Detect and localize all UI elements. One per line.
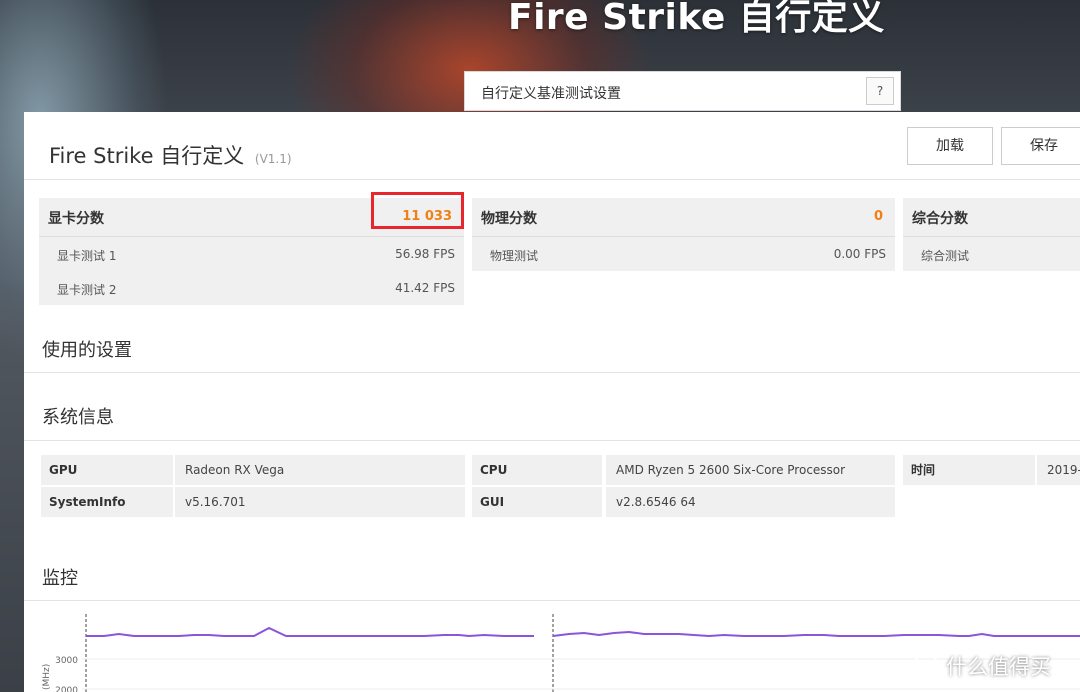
- physics-test-row: 物理测试 0.00 FPS: [472, 237, 895, 271]
- graphics-test-2-value: 41.42 FPS: [395, 281, 455, 295]
- watermark: 什么值得买: [912, 651, 1051, 682]
- systeminfo-value: v5.16.701: [175, 487, 465, 517]
- combined-score-header: 综合分数: [903, 198, 1080, 237]
- save-button[interactable]: 保存: [1001, 127, 1080, 165]
- combined-score-label: 综合分数: [912, 211, 968, 227]
- y-axis-label: (MHz): [42, 664, 52, 690]
- physics-test-value: 0.00 FPS: [833, 247, 886, 261]
- clock-series-line-left: [86, 626, 534, 638]
- monitoring-heading[interactable]: 监控: [42, 564, 78, 590]
- time-label: 时间: [903, 455, 1035, 485]
- monitoring-divider: [24, 600, 1080, 601]
- watermark-text: 什么值得买: [946, 655, 1051, 679]
- system-info-heading[interactable]: 系统信息: [42, 403, 114, 429]
- graphics-test-2-label: 显卡测试 2: [57, 283, 117, 297]
- physics-score-header: 物理分数 0: [472, 198, 895, 237]
- graphics-score-label: 显卡分数: [48, 211, 104, 227]
- clock-series-line-right: [552, 630, 1080, 638]
- combined-score-box: 综合分数 综合测试: [903, 198, 1080, 271]
- combined-test-row: 综合测试: [903, 237, 1080, 271]
- settings-divider: [24, 372, 1080, 373]
- load-button[interactable]: 加载: [907, 127, 993, 165]
- y-tick-2000: 2000: [55, 686, 78, 692]
- cpu-value: AMD Ryzen 5 2600 Six-Core Processor: [606, 455, 895, 485]
- page-title-text: Fire Strike 自行定义: [49, 144, 245, 168]
- physics-score-box: 物理分数 0 物理测试 0.00 FPS: [472, 198, 895, 271]
- graphics-test-1-label: 显卡测试 1: [57, 249, 117, 263]
- sysinfo-divider: [24, 440, 1080, 441]
- score-highlight-box: [371, 192, 464, 229]
- cpu-label: CPU: [472, 455, 602, 485]
- background-title: Fire Strike 自行定义: [508, 0, 885, 38]
- physics-score-label: 物理分数: [481, 211, 537, 227]
- result-panel: Fire Strike 自行定义 (V1.1) 加载 保存 显卡分数 11 03…: [24, 112, 1080, 692]
- graphics-test-1-row: 显卡测试 1 56.98 FPS: [39, 237, 464, 271]
- gui-value: v2.8.6546 64: [606, 487, 895, 517]
- gpu-value: Radeon RX Vega: [175, 455, 465, 485]
- custom-benchmark-settings-bar[interactable]: 自行定义基准测试设置 ?: [464, 71, 901, 111]
- systeminfo-label: SystemInfo: [41, 487, 173, 517]
- physics-test-label: 物理测试: [490, 249, 539, 263]
- settings-bar-label: 自行定义基准测试设置: [481, 86, 621, 102]
- settings-used-heading[interactable]: 使用的设置: [42, 336, 132, 362]
- gpu-label: GPU: [41, 455, 173, 485]
- gui-label: GUI: [472, 487, 602, 517]
- help-button[interactable]: ?: [866, 77, 894, 105]
- graphics-test-1-value: 56.98 FPS: [395, 247, 455, 261]
- graphics-test-2-row: 显卡测试 2 41.42 FPS: [39, 271, 464, 305]
- combined-test-label: 综合测试: [921, 249, 970, 263]
- header-divider: [24, 179, 1080, 180]
- physics-score-value: 0: [873, 209, 883, 224]
- check-badge-icon: [912, 654, 940, 682]
- page-title: Fire Strike 自行定义 (V1.1): [49, 140, 292, 170]
- time-value: 2019-: [1037, 455, 1080, 485]
- version-label: (V1.1): [254, 152, 292, 166]
- y-tick-3000: 3000: [55, 656, 78, 666]
